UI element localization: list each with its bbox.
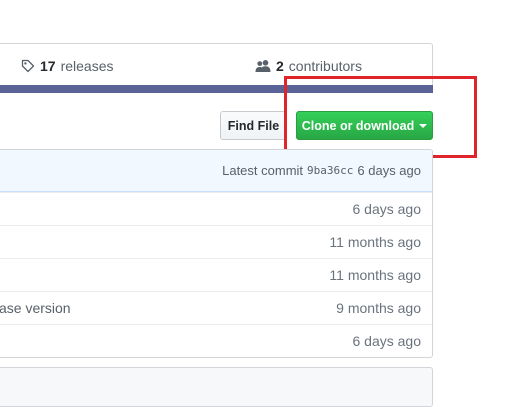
find-file-button[interactable]: Find File	[220, 111, 287, 140]
releases-label: releases	[60, 58, 114, 74]
latest-commit-age: 6 days ago	[357, 163, 421, 178]
tag-icon	[21, 59, 35, 73]
people-icon	[255, 59, 271, 73]
commit-age: 11 months ago	[329, 267, 421, 283]
commit-age: 9 months ago	[336, 300, 421, 316]
commit-age: 6 days ago	[352, 333, 422, 349]
table-row[interactable]: 11 months ago	[0, 225, 432, 258]
table-row[interactable]: 6 days ago	[0, 192, 432, 225]
highlight-box	[284, 76, 477, 158]
releases-count: 17	[40, 58, 56, 74]
contributors-label: contributors	[288, 58, 362, 74]
contributors-count: 2	[276, 58, 284, 74]
file-table: Latest commit 9ba36cc 6 days ago 6 days …	[0, 149, 433, 358]
commit-message[interactable]: ase version	[0, 300, 71, 316]
readme-header	[0, 367, 433, 407]
table-row[interactable]: ase version 9 months ago	[0, 291, 432, 324]
commit-age: 6 days ago	[352, 201, 422, 217]
find-file-label: Find File	[227, 118, 280, 133]
commit-age: 11 months ago	[329, 234, 421, 250]
latest-commit-label: Latest commit	[222, 163, 304, 178]
latest-commit-row: Latest commit 9ba36cc 6 days ago	[0, 150, 432, 192]
table-row[interactable]: 6 days ago	[0, 324, 432, 357]
commit-sha-link[interactable]: 9ba36cc	[307, 164, 353, 177]
table-row[interactable]: 11 months ago	[0, 258, 432, 291]
releases-link[interactable]: 17 releases	[21, 58, 114, 74]
contributors-link[interactable]: 2 contributors	[255, 58, 362, 74]
